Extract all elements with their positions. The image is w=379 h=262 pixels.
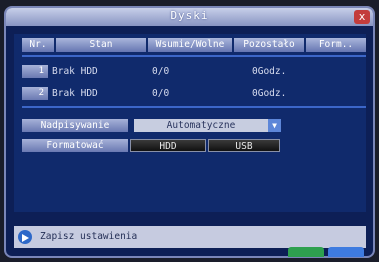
overwrite-label: Nadpisywanie: [22, 119, 128, 132]
column-header-format: Form..: [306, 38, 366, 52]
disk-row-2-remaining: 0Godz.: [252, 88, 287, 99]
column-header-stan: Stan: [56, 38, 146, 52]
chevron-down-icon[interactable]: ▼: [268, 119, 281, 132]
format-usb-button[interactable]: USB: [208, 139, 280, 152]
confirm-icon[interactable]: [288, 247, 324, 257]
info-icon: [18, 230, 32, 244]
disk-row-1-size: 0/0: [152, 66, 170, 77]
disk-row-2-size: 0/0: [152, 88, 170, 99]
disk-row-2-status: Brak HDD: [52, 88, 98, 99]
column-header-size: Wsumie/Wolne: [148, 38, 232, 52]
disk-row-2-button[interactable]: 2: [22, 87, 48, 100]
format-hdd-button[interactable]: HDD: [130, 139, 206, 152]
status-text: Zapisz ustawienia: [40, 231, 138, 242]
rows-separator: [22, 106, 366, 108]
close-button[interactable]: x: [354, 10, 370, 24]
disk-row-1-remaining: 0Godz.: [252, 66, 287, 77]
status-bar: Zapisz ustawienia: [14, 226, 366, 248]
header-separator: [22, 55, 366, 57]
disk-row-1-status: Brak HDD: [52, 66, 98, 77]
format-label: Formatować: [22, 139, 128, 152]
column-header-nr: Nr.: [22, 38, 54, 52]
title-bar: Dyski x: [6, 8, 373, 26]
overwrite-select[interactable]: Automatyczne: [134, 119, 268, 132]
dyski-window: Dyski x Nr. Stan Wsumie/Wolne Pozostało …: [4, 6, 375, 258]
cancel-icon[interactable]: [328, 247, 364, 257]
column-header-remaining: Pozostało: [234, 38, 304, 52]
window-title: Dyski: [170, 9, 209, 22]
disk-row-1-button[interactable]: 1: [22, 65, 48, 78]
